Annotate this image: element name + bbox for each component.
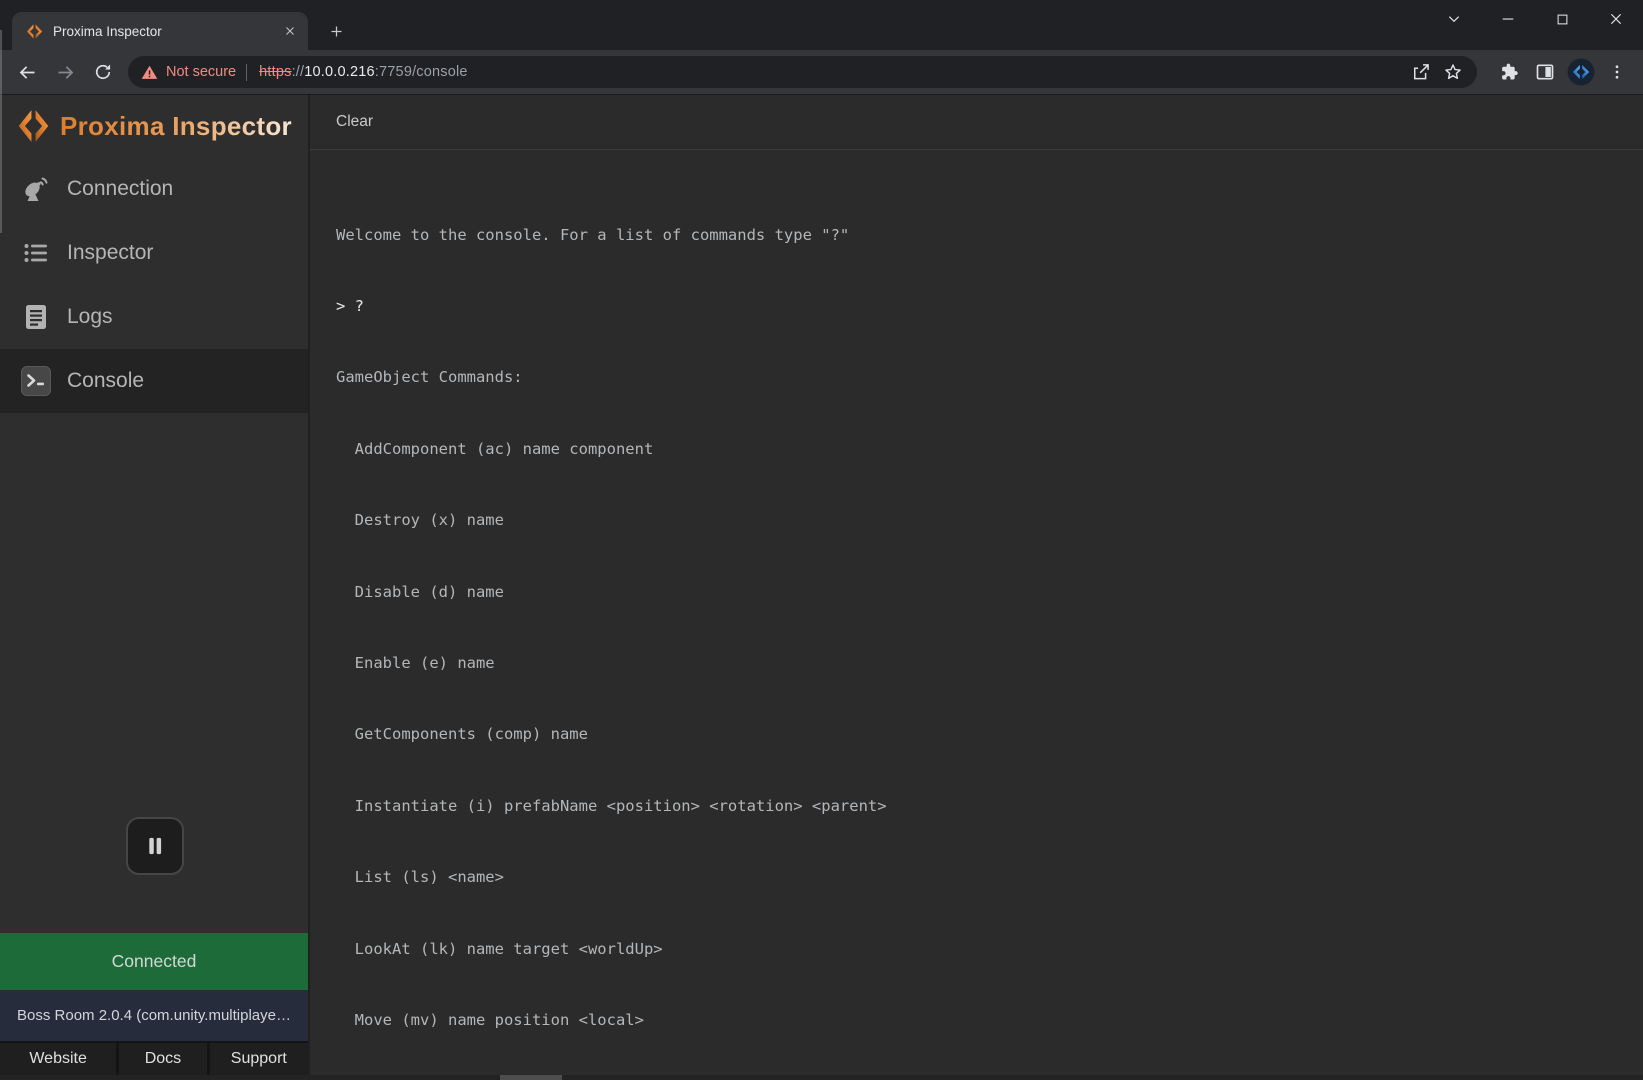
console-line: AddComponent (ac) name component bbox=[336, 438, 1627, 462]
window-edge-highlight bbox=[0, 30, 2, 233]
console-line: Welcome to the console. For a list of co… bbox=[336, 224, 1627, 248]
clear-button[interactable]: Clear bbox=[336, 113, 373, 131]
sidebar-item-inspector[interactable]: Inspector bbox=[0, 221, 308, 285]
console-line: Instantiate (i) prefabName <position> <r… bbox=[336, 795, 1627, 819]
console-line: GetComponents (comp) name bbox=[336, 723, 1627, 747]
menu-dots-icon[interactable] bbox=[1599, 54, 1635, 90]
share-icon[interactable] bbox=[1405, 56, 1437, 88]
console-toolbar: Clear bbox=[310, 95, 1643, 150]
extensions-puzzle-icon[interactable] bbox=[1491, 54, 1527, 90]
security-label[interactable]: Not secure bbox=[166, 64, 236, 80]
new-tab-button[interactable] bbox=[322, 17, 350, 45]
connection-status-badge: Connected bbox=[0, 933, 308, 990]
sidebar-item-label: Connection bbox=[67, 177, 173, 201]
console-line: Destroy (x) name bbox=[336, 509, 1627, 533]
url-text[interactable]: https://10.0.0.216:7759/console bbox=[259, 64, 468, 80]
console-line: Disable (d) name bbox=[336, 581, 1627, 605]
console-panel: Clear Welcome to the console. For a list… bbox=[310, 95, 1643, 1080]
address-bar[interactable]: Not secure https://10.0.0.216:7759/conso… bbox=[128, 56, 1477, 88]
sidebar-item-label: Console bbox=[67, 369, 144, 393]
proxima-favicon-icon bbox=[26, 23, 43, 40]
sidebar: Proxima Inspector bbox=[0, 95, 310, 1080]
docs-link[interactable]: Docs bbox=[119, 1043, 206, 1075]
forward-button[interactable] bbox=[48, 55, 82, 89]
horizontal-scrollbar-thumb[interactable] bbox=[500, 1075, 562, 1080]
window-controls bbox=[1427, 0, 1643, 38]
proxima-logo-icon bbox=[17, 107, 50, 145]
sidebar-item-label: Inspector bbox=[67, 241, 153, 265]
brand-title: Proxima Inspector bbox=[60, 111, 292, 142]
sidebar-item-console[interactable]: Console bbox=[0, 349, 308, 413]
browser-tab[interactable]: Proxima Inspector bbox=[12, 12, 308, 50]
website-link[interactable]: Website bbox=[0, 1043, 116, 1075]
console-line: > ? bbox=[336, 295, 1627, 319]
satellite-dish-icon bbox=[20, 175, 52, 203]
browser-tab-strip: Proxima Inspector bbox=[0, 0, 1643, 50]
document-icon bbox=[20, 303, 52, 331]
proxima-app: Proxima Inspector bbox=[0, 95, 1643, 1080]
bookmark-star-icon[interactable] bbox=[1437, 56, 1469, 88]
terminal-icon bbox=[20, 366, 52, 396]
sidebar-item-label: Logs bbox=[67, 305, 113, 329]
tab-close-icon[interactable] bbox=[280, 21, 300, 41]
sidebar-nav: Connection Inspector bbox=[0, 157, 308, 413]
tab-title: Proxima Inspector bbox=[53, 24, 280, 39]
browser-window: Proxima Inspector bbox=[0, 0, 1643, 1080]
console-line: Move (mv) name position <local> bbox=[336, 1009, 1627, 1033]
horizontal-scrollbar[interactable] bbox=[0, 1075, 1643, 1080]
reload-button[interactable] bbox=[86, 55, 120, 89]
sidebar-item-logs[interactable]: Logs bbox=[0, 285, 308, 349]
brand: Proxima Inspector bbox=[0, 95, 308, 157]
pause-icon bbox=[142, 833, 168, 859]
console-line: List (ls) <name> bbox=[336, 866, 1627, 890]
console-line: GameObject Commands: bbox=[336, 366, 1627, 390]
back-button[interactable] bbox=[10, 55, 44, 89]
list-icon bbox=[20, 240, 52, 266]
minimize-button[interactable] bbox=[1481, 0, 1535, 38]
pause-button[interactable] bbox=[126, 817, 184, 875]
sidebar-footer: Website Docs Support bbox=[0, 1041, 308, 1075]
maximize-button[interactable] bbox=[1535, 0, 1589, 38]
console-line: LookAt (lk) name target <worldUp> bbox=[336, 938, 1627, 962]
support-link[interactable]: Support bbox=[210, 1043, 308, 1075]
warning-triangle-icon bbox=[141, 64, 158, 81]
side-panel-icon[interactable] bbox=[1527, 54, 1563, 90]
proxima-extension-icon[interactable] bbox=[1563, 54, 1599, 90]
close-button[interactable] bbox=[1589, 0, 1643, 38]
tab-search-chevron-icon[interactable] bbox=[1427, 0, 1481, 38]
project-info-bar: Boss Room 2.0.4 (com.unity.multiplaye… bbox=[0, 990, 308, 1041]
sidebar-item-connection[interactable]: Connection bbox=[0, 157, 308, 221]
browser-toolbar: Not secure https://10.0.0.216:7759/conso… bbox=[0, 50, 1643, 95]
console-output[interactable]: Welcome to the console. For a list of co… bbox=[310, 150, 1643, 1080]
console-line: Enable (e) name bbox=[336, 652, 1627, 676]
url-divider bbox=[246, 64, 247, 81]
